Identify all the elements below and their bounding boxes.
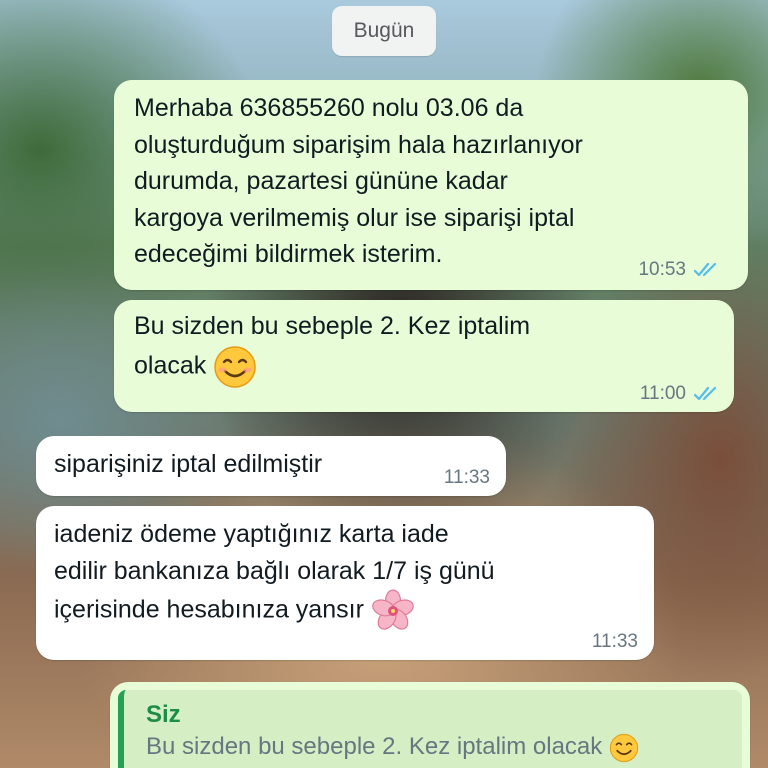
double-check-read-icon [694, 262, 717, 277]
message-body: iadeniz ödeme yaptığınız karta iade edil… [54, 516, 636, 633]
message-time: 11:33 [591, 631, 638, 652]
message-text: siparişiniz iptal edilmiştir [54, 450, 323, 478]
outgoing-reply-message[interactable]: Siz Bu sizden bu sebeple 2. Kez iptalim … [110, 682, 750, 768]
message-text: Merhaba 636855260 nolu 03.06 da oluşturd… [134, 94, 583, 268]
message-text: Bu sizden bu sebeple 2. Kez iptalim olac… [134, 312, 531, 380]
outgoing-message[interactable]: Merhaba 636855260 nolu 03.06 da oluşturd… [114, 80, 748, 290]
message-text: iadeniz ödeme yaptığınız karta iade edil… [54, 520, 495, 624]
message-body: Bu sizden bu sebeple 2. Kez iptalim olac… [134, 308, 716, 389]
reply-quote-text: Bu sizden bu sebeple 2. Kez iptalim olac… [146, 733, 603, 760]
cherry-blossom-icon [372, 589, 414, 630]
reply-quote-author: Siz [146, 701, 181, 728]
incoming-message[interactable]: siparişiniz iptal edilmiştir 11:33 [36, 436, 506, 496]
date-separator-label: Bugün [353, 19, 415, 42]
message-time: 11:00 [639, 383, 686, 404]
message-time: 11:33 [443, 467, 490, 488]
message-meta: 11:33 [444, 468, 490, 488]
reply-quote-body: Bu sizden bu sebeple 2. Kez iptalim olac… [146, 730, 728, 764]
smiling-face-icon [609, 733, 639, 762]
date-separator: Bugün [332, 6, 436, 56]
incoming-message[interactable]: iadeniz ödeme yaptığınız karta iade edil… [36, 506, 654, 660]
message-meta: 10:53 [638, 260, 720, 280]
reply-quote[interactable]: Siz Bu sizden bu sebeple 2. Kez iptalim … [118, 690, 742, 768]
message-meta: 11:33 [592, 632, 638, 652]
message-meta: 11:00 [640, 384, 720, 404]
outgoing-message[interactable]: Bu sizden bu sebeple 2. Kez iptalim olac… [114, 300, 734, 412]
message-time: 10:53 [638, 259, 686, 280]
smiling-face-icon [214, 345, 256, 388]
double-check-read-icon [694, 386, 717, 401]
